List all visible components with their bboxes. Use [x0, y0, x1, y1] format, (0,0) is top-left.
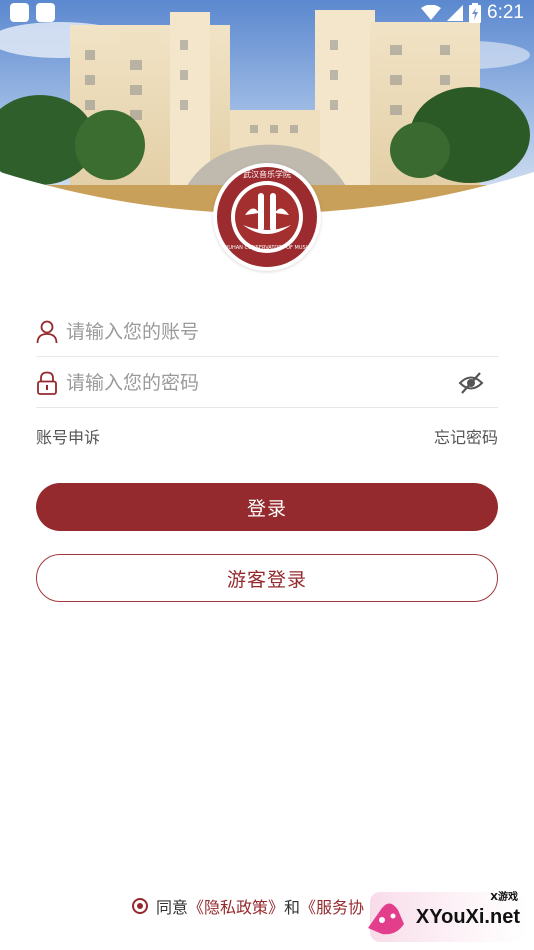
battery-icon [469, 3, 482, 23]
privacy-policy-link[interactable]: 《隐私政策》 [188, 894, 284, 918]
guest-login-button[interactable]: 游客登录 [36, 554, 498, 602]
user-icon [36, 320, 58, 343]
account-appeal-link[interactable]: 账号申诉 [36, 424, 100, 448]
school-logo: WUHAN CONSERVATORY OF MUSIC 武汉音乐学院 [213, 163, 321, 271]
agree-prefix: 同意 [156, 898, 189, 917]
watermark-top: X游戏 [490, 892, 518, 903]
status-bar: 6:21 [0, 0, 534, 28]
notification-icon [36, 3, 55, 22]
signal-icon [447, 5, 464, 21]
login-button[interactable]: 登录 [36, 483, 498, 531]
logo-en-text: WUHAN CONSERVATORY OF MUSIC [223, 245, 311, 251]
account-field [36, 307, 498, 357]
agree-radio[interactable] [132, 898, 148, 914]
eye-off-icon[interactable] [458, 371, 484, 395]
logo-cn-text: 武汉音乐学院 [243, 169, 291, 179]
watermark-brand: XYouXi.net [415, 906, 520, 928]
watermark: X游戏 XYouXi.net [360, 888, 530, 944]
notification-icon [10, 3, 29, 22]
service-agreement-link[interactable]: 《服务协 [300, 894, 364, 918]
agree-and: 和 [284, 898, 301, 917]
password-field [36, 358, 498, 408]
clock: 6:21 [487, 2, 524, 23]
forgot-password-link[interactable]: 忘记密码 [434, 424, 498, 448]
agreement-row: 同意 《隐私政策》 和 《服务协 [132, 894, 364, 918]
lock-icon [37, 371, 57, 395]
wifi-icon [421, 5, 442, 20]
account-input[interactable] [66, 320, 498, 343]
password-input[interactable] [66, 371, 458, 394]
